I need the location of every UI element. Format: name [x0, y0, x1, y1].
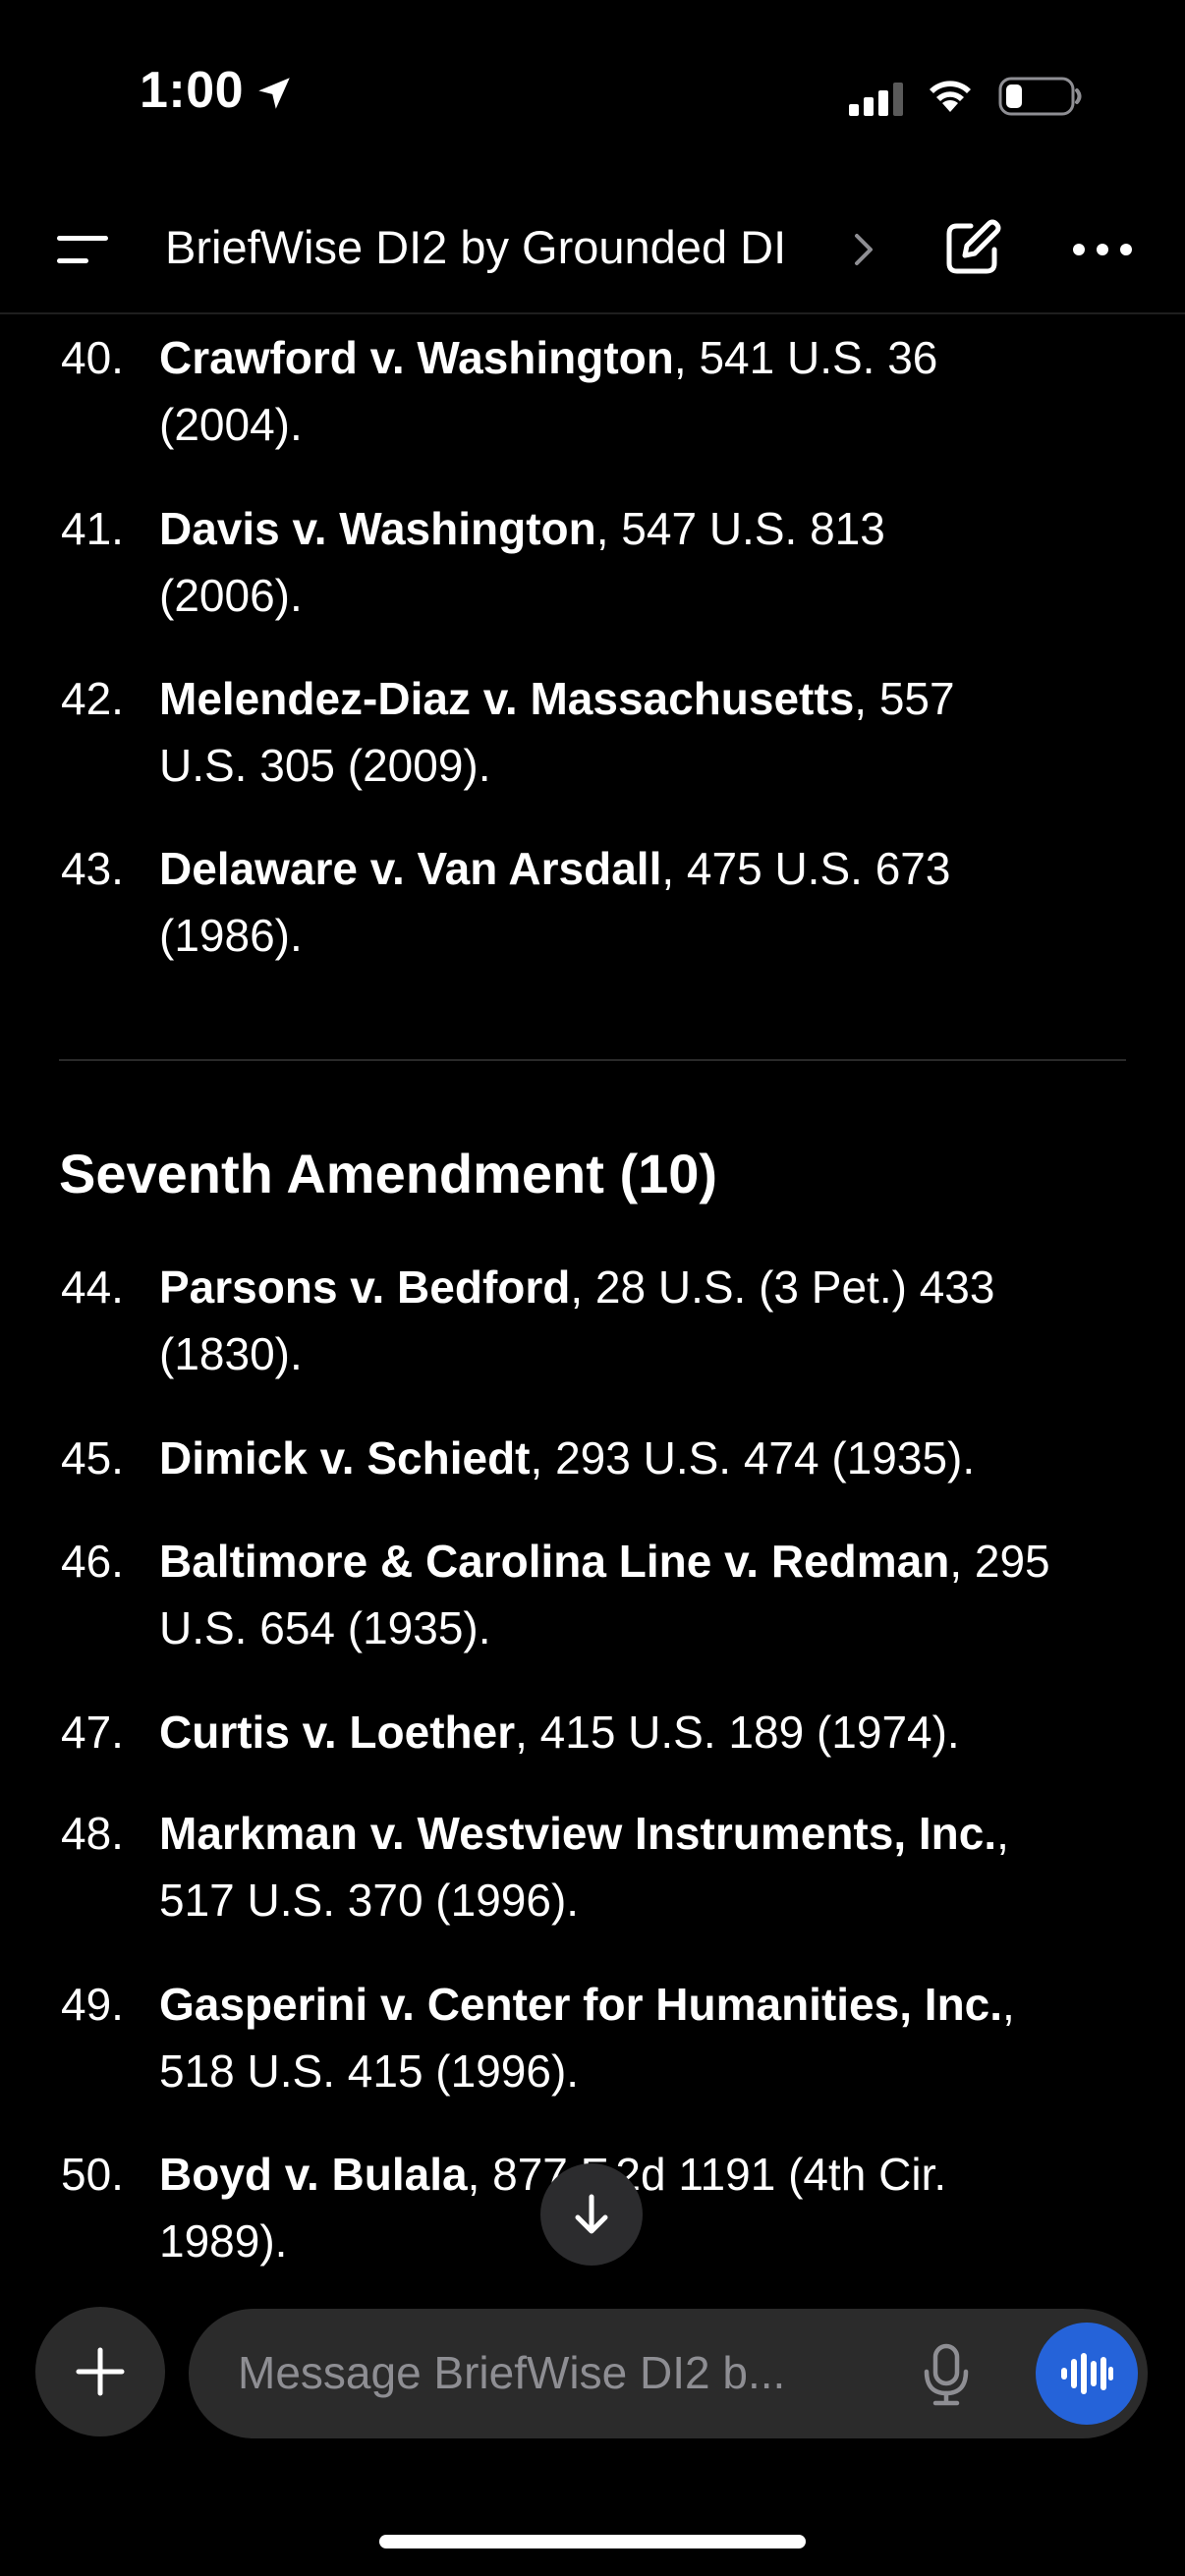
citation-number: 42.: [61, 673, 124, 724]
more-icon[interactable]: [1071, 230, 1134, 269]
chat-title[interactable]: BriefWise DI2 by Grounded DI: [165, 220, 786, 274]
citation-reference: , 475 U.S. 673: [661, 843, 951, 894]
voice-mode-button[interactable]: [1036, 2323, 1138, 2425]
battery-icon: [998, 77, 1082, 116]
case-name: Curtis v. Loether: [159, 1707, 516, 1758]
citation-reference: , 877 F.2d 1191 (4th Cir.: [467, 2149, 947, 2200]
message-placeholder: Message BriefWise DI2 b...: [238, 2347, 786, 2398]
citation-year: 517 U.S. 370 (1996).: [159, 1875, 580, 1926]
citation-year: U.S. 654 (1935).: [159, 1602, 491, 1653]
case-name: Boyd v. Bulala: [159, 2149, 468, 2200]
arrow-down-icon: [575, 2194, 608, 2234]
citation-number: 40.: [61, 332, 124, 383]
citation-number: 43.: [61, 843, 124, 894]
case-name: Markman v. Westview Instruments, Inc.: [159, 1808, 997, 1859]
case-name: Delaware v. Van Arsdall: [159, 843, 662, 894]
citation-reference: , 293 U.S. 474 (1935).: [530, 1432, 976, 1484]
citation-reference: , 295: [949, 1536, 1050, 1587]
case-name: Baltimore & Carolina Line v. Redman: [159, 1536, 950, 1587]
chevron-right-icon[interactable]: [851, 226, 878, 273]
cellular-signal-icon: [849, 83, 903, 116]
citation-year: (2004).: [159, 399, 303, 450]
citation-year: 1989).: [159, 2215, 288, 2267]
citation-number: 47.: [61, 1707, 124, 1758]
citation-number: 48.: [61, 1808, 124, 1859]
citation-number: 50.: [61, 2149, 124, 2200]
chat-screen: 1:00 BriefWise DI2 by Grounded DI 40. Cr…: [0, 0, 1185, 2576]
message-content: 40. Crawford v. Washington, 541 U.S. 36 …: [0, 314, 1185, 2279]
section-divider: [59, 1059, 1126, 1061]
citation-reference: ,: [1002, 1979, 1015, 2030]
citation-number: 44.: [61, 1261, 124, 1313]
citation-reference: , 557: [854, 673, 955, 724]
edit-icon[interactable]: [941, 216, 1004, 279]
case-name: Gasperini v. Center for Humanities, Inc.: [159, 1979, 1003, 2030]
case-name: Crawford v. Washington: [159, 332, 674, 383]
menu-icon[interactable]: [55, 230, 110, 269]
case-name: Parsons v. Bedford: [159, 1261, 571, 1313]
citation-year: (1986).: [159, 910, 303, 961]
citation-number: 41.: [61, 503, 124, 554]
citation-reference: , 541 U.S. 36: [673, 332, 938, 383]
citation-reference: ,: [996, 1808, 1009, 1859]
wifi-icon: [930, 81, 971, 112]
status-time: 1:00: [140, 62, 245, 119]
citation-year: U.S. 305 (2009).: [159, 740, 491, 791]
citation-reference: , 28 U.S. (3 Pet.) 433: [570, 1261, 995, 1313]
citation-reference: , 547 U.S. 813: [595, 503, 885, 554]
citation-year: 518 U.S. 415 (1996).: [159, 2045, 580, 2097]
chat-header: BriefWise DI2 by Grounded DI: [0, 187, 1185, 314]
scroll-to-bottom-button[interactable]: [540, 2163, 643, 2266]
citation-reference: , 415 U.S. 189 (1974).: [515, 1707, 960, 1758]
section-heading: Seventh Amendment (10): [59, 1143, 718, 1204]
citation-number: 46.: [61, 1536, 124, 1587]
citation-number: 49.: [61, 1979, 124, 2030]
location-arrow-icon: [258, 78, 290, 109]
citation-year: (2006).: [159, 570, 303, 621]
case-name: Melendez-Diaz v. Massachusetts: [159, 673, 855, 724]
home-indicator[interactable]: [379, 2535, 806, 2548]
microphone-icon[interactable]: [922, 2342, 971, 2407]
citation-number: 45.: [61, 1432, 124, 1484]
message-composer: Message BriefWise DI2 b...: [0, 2299, 1185, 2456]
add-attachment-button[interactable]: [35, 2307, 165, 2436]
message-input[interactable]: Message BriefWise DI2 b...: [189, 2309, 1148, 2438]
status-bar: 1:00: [0, 0, 1185, 187]
case-name: Davis v. Washington: [159, 503, 596, 554]
plus-icon: [76, 2347, 125, 2396]
citation-year: (1830).: [159, 1328, 303, 1379]
case-name: Dimick v. Schiedt: [159, 1432, 531, 1484]
voice-waveform-icon: [1061, 2353, 1113, 2394]
